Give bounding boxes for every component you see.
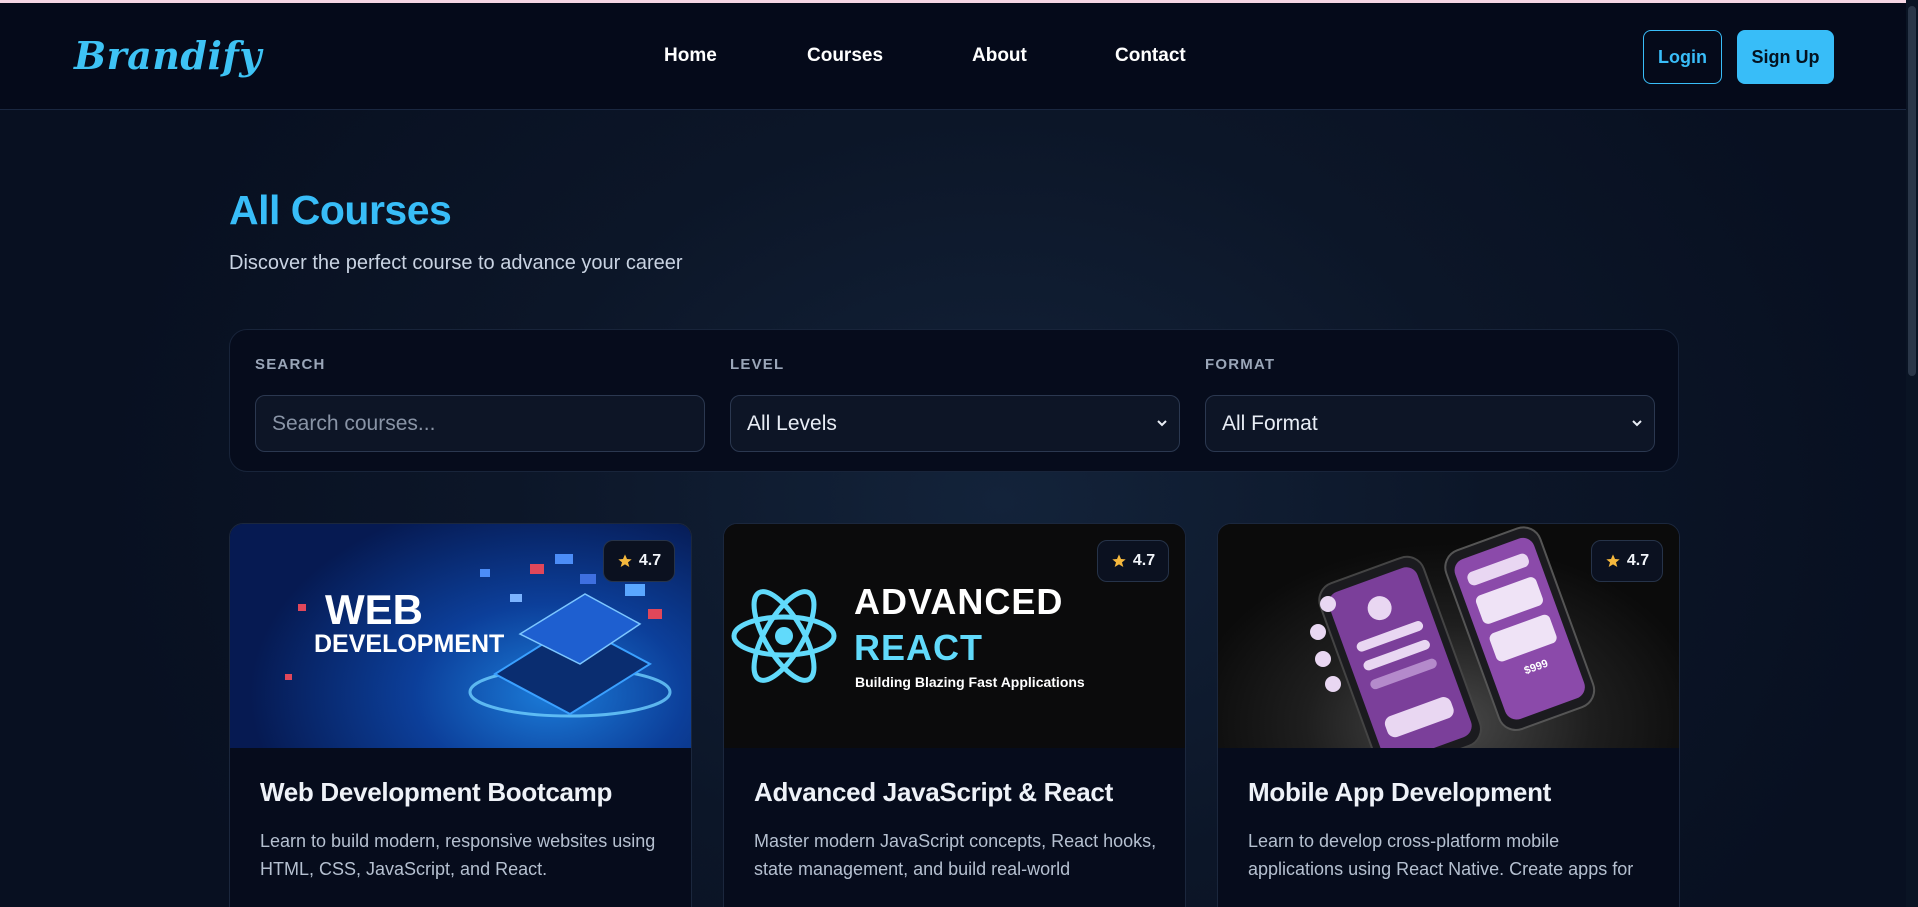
thumb-title-line2: REACT: [854, 627, 983, 668]
page-scrollbar[interactable]: [1906, 0, 1918, 907]
course-thumbnail: ADVANCED REACT Building Blazing Fast App…: [724, 524, 1185, 748]
course-card[interactable]: ADVANCED REACT Building Blazing Fast App…: [723, 523, 1186, 907]
star-icon: [1112, 554, 1126, 567]
course-thumbnail: $999 4.7: [1218, 524, 1679, 748]
rating-badge: 4.7: [1591, 540, 1663, 582]
format-label: FORMAT: [1205, 356, 1276, 373]
level-filter: LEVEL All Levels: [730, 356, 1180, 452]
course-description: Learn to build modern, responsive websit…: [260, 831, 656, 879]
nav-home-link[interactable]: Home: [664, 45, 807, 67]
search-placeholder: Search courses...: [272, 411, 436, 435]
page-title: All Courses: [229, 187, 452, 233]
course-description: Master modern JavaScript concepts, React…: [754, 831, 1157, 879]
format-selected-value: All Format: [1222, 411, 1318, 435]
chevron-down-icon: [1157, 420, 1167, 427]
search-filter: SEARCH Search courses...: [255, 356, 705, 452]
course-card[interactable]: WEB DEVELOPMENT 4.7 Web Development Boot…: [229, 523, 692, 907]
format-select[interactable]: All Format: [1205, 395, 1655, 452]
star-icon: [1606, 554, 1620, 567]
level-selected-value: All Levels: [747, 411, 837, 435]
top-navbar: Brandify Home Courses About Contact Logi…: [0, 3, 1918, 110]
page-subtitle: Discover the perfect course to advance y…: [229, 252, 683, 274]
main-nav: Home Courses About Contact: [664, 45, 1186, 67]
level-select[interactable]: All Levels: [730, 395, 1180, 452]
nav-courses-link[interactable]: Courses: [807, 45, 972, 67]
search-input[interactable]: Search courses...: [255, 395, 705, 452]
rating-value: 4.7: [1132, 552, 1156, 569]
thumb-tagline: Building Blazing Fast Applications: [855, 674, 1085, 690]
rating-badge: 4.7: [603, 540, 675, 582]
course-description: Learn to develop cross-platform mobile a…: [1248, 831, 1634, 879]
brand-logo[interactable]: Brandify: [74, 33, 262, 78]
star-icon: [618, 554, 632, 567]
search-label: SEARCH: [255, 356, 326, 373]
scrollbar-thumb[interactable]: [1908, 6, 1916, 376]
rating-value: 4.7: [638, 552, 662, 569]
thumb-title-line1: WEB: [325, 586, 423, 633]
chevron-down-icon: [1632, 420, 1642, 427]
format-filter: FORMAT All Format: [1205, 356, 1655, 452]
course-title[interactable]: Web Development Bootcamp: [260, 777, 612, 808]
rating-value: 4.7: [1626, 552, 1650, 569]
nav-contact-link[interactable]: Contact: [1115, 45, 1186, 67]
rating-badge: 4.7: [1097, 540, 1169, 582]
signup-button[interactable]: Sign Up: [1737, 30, 1834, 84]
filter-panel: SEARCH Search courses... LEVEL All Level…: [229, 329, 1679, 472]
course-title[interactable]: Advanced JavaScript & React: [754, 777, 1113, 808]
course-card[interactable]: $999 4.7 Mobile App Development Learn to…: [1217, 523, 1680, 907]
login-button[interactable]: Login: [1643, 30, 1722, 84]
nav-about-link[interactable]: About: [972, 45, 1115, 67]
react-logo-icon: [731, 589, 837, 683]
course-title[interactable]: Mobile App Development: [1248, 777, 1551, 808]
thumb-title-line1: ADVANCED: [854, 581, 1063, 622]
level-label: LEVEL: [730, 356, 785, 373]
thumb-title-line2: DEVELOPMENT: [314, 630, 504, 658]
course-thumbnail: WEB DEVELOPMENT 4.7: [230, 524, 691, 748]
